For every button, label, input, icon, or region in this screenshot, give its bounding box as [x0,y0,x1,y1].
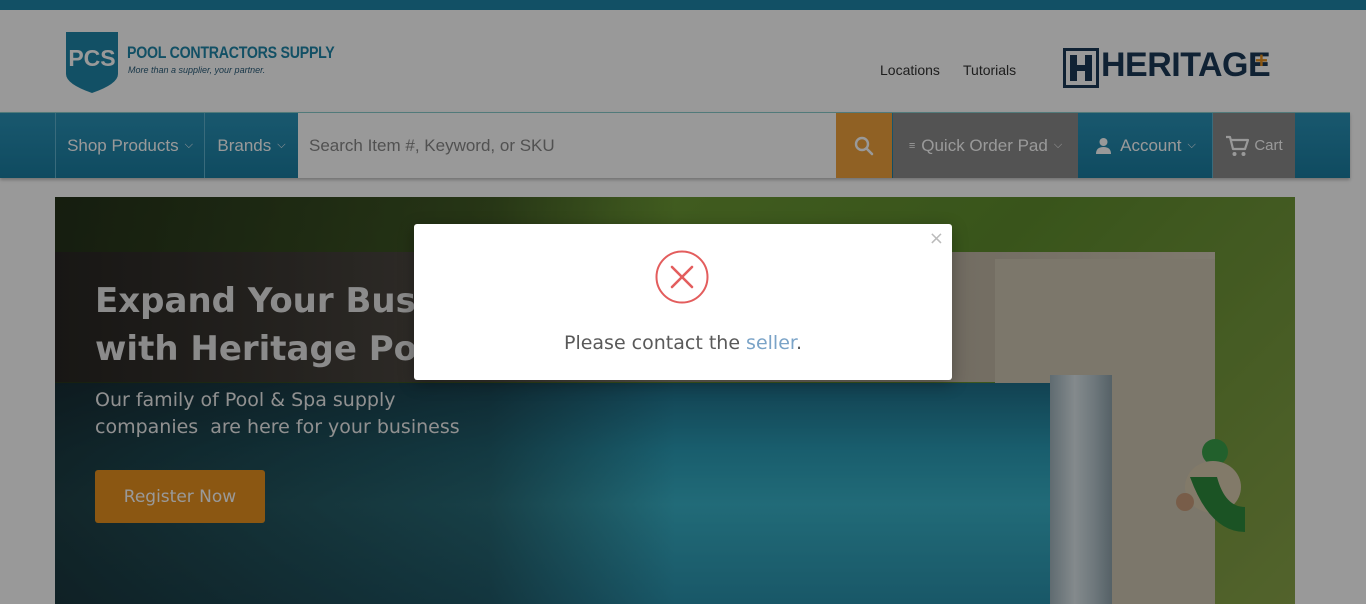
error-x-icon [655,250,709,304]
dialog-message-prefix: Please contact the [563,332,747,354]
dialog-message: Please contact the seller. [414,332,952,354]
dialog-message-suffix: . [795,332,802,354]
error-dialog: × Please contact the seller. [414,224,952,380]
close-icon[interactable]: × [929,228,944,249]
seller-link[interactable]: seller [746,332,796,354]
